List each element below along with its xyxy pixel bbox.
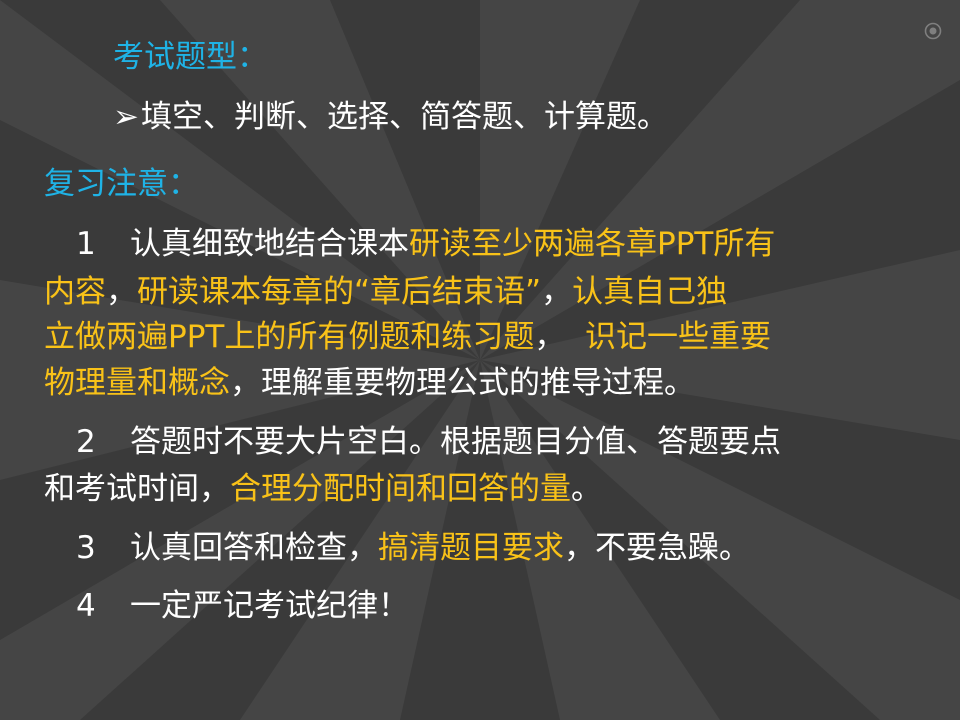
arrow-bullet-icon: ➢ [113,99,139,135]
plain-text: ， [534,319,586,355]
point-2-line-1: 2 答题时不要大片空白。根据题目分值、答题要点 [44,422,781,462]
point-3-line-1: 3 认真回答和检查，搞清题目要求，不要急躁。 [44,528,750,568]
highlighted-text: 认真自己独 [572,274,728,310]
review-heading: 复习注意： [44,166,199,202]
plain-text: ， [541,274,573,310]
plain-text: 答题时不要大片空白。根据题目分值、答题要点 [130,424,781,460]
highlighted-text: 研读课本每章的“章后结束语” [137,274,542,310]
point-number: 4 [76,588,96,624]
plain-text: 。 [571,471,602,507]
highlighted-text: 研读至少两遍各章PPT所有 [409,226,776,262]
plain-text: ，不要急躁。 [564,530,750,566]
exam-type-heading: 考试题型： [113,39,268,75]
highlighted-text: 物理量和概念 [44,365,230,401]
highlighted-text: 识记一些重要 [585,319,772,355]
point-1-line-1: 1 认真细致地结合课本研读至少两遍各章PPT所有 [44,224,775,264]
highlighted-text: 内容 [44,274,106,310]
point-1-line-2: 内容，研读课本每章的“章后结束语”，认真自己独 [44,272,727,312]
point-1-line-3: 立做两遍PPT上的所有例题和练习题， 识记一些重要 [44,317,771,357]
plain-text: 认真回答和检查， [130,530,378,566]
plain-text: 和考试时间， [44,471,230,507]
point-number: 3 [76,530,96,566]
slide-content: 考试题型： ➢填空、判断、选择、简答题、计算题。 复习注意： 1 认真细致地结合课… [0,0,960,720]
point-1-line-4: 物理量和概念，理解重要物理公式的推导过程。 [44,363,695,403]
highlighted-text: 合理分配时间和回答的量 [230,471,571,507]
exam-type-bullet: ➢填空、判断、选择、简答题、计算题。 [113,97,668,137]
highlighted-text: 立做两遍PPT上的所有例题和练习题 [44,319,535,355]
point-number: 2 [76,424,96,460]
plain-text: 认真细致地结合课本 [130,226,409,262]
point-4-line-1: 4 一定严记考试纪律！ [44,586,409,626]
point-2-line-2: 和考试时间，合理分配时间和回答的量。 [44,469,602,509]
plain-text: 一定严记考试纪律！ [130,588,409,624]
plain-text: ，理解重要物理公式的推导过程。 [230,365,695,401]
exam-type-items: 填空、判断、选择、简答题、计算题。 [141,99,668,135]
highlighted-text: 搞清题目要求 [378,530,564,566]
point-number: 1 [76,226,96,262]
plain-text: ， [106,274,137,310]
slide: 考试题型： ➢填空、判断、选择、简答题、计算题。 复习注意： 1 认真细致地结合课… [0,0,960,720]
